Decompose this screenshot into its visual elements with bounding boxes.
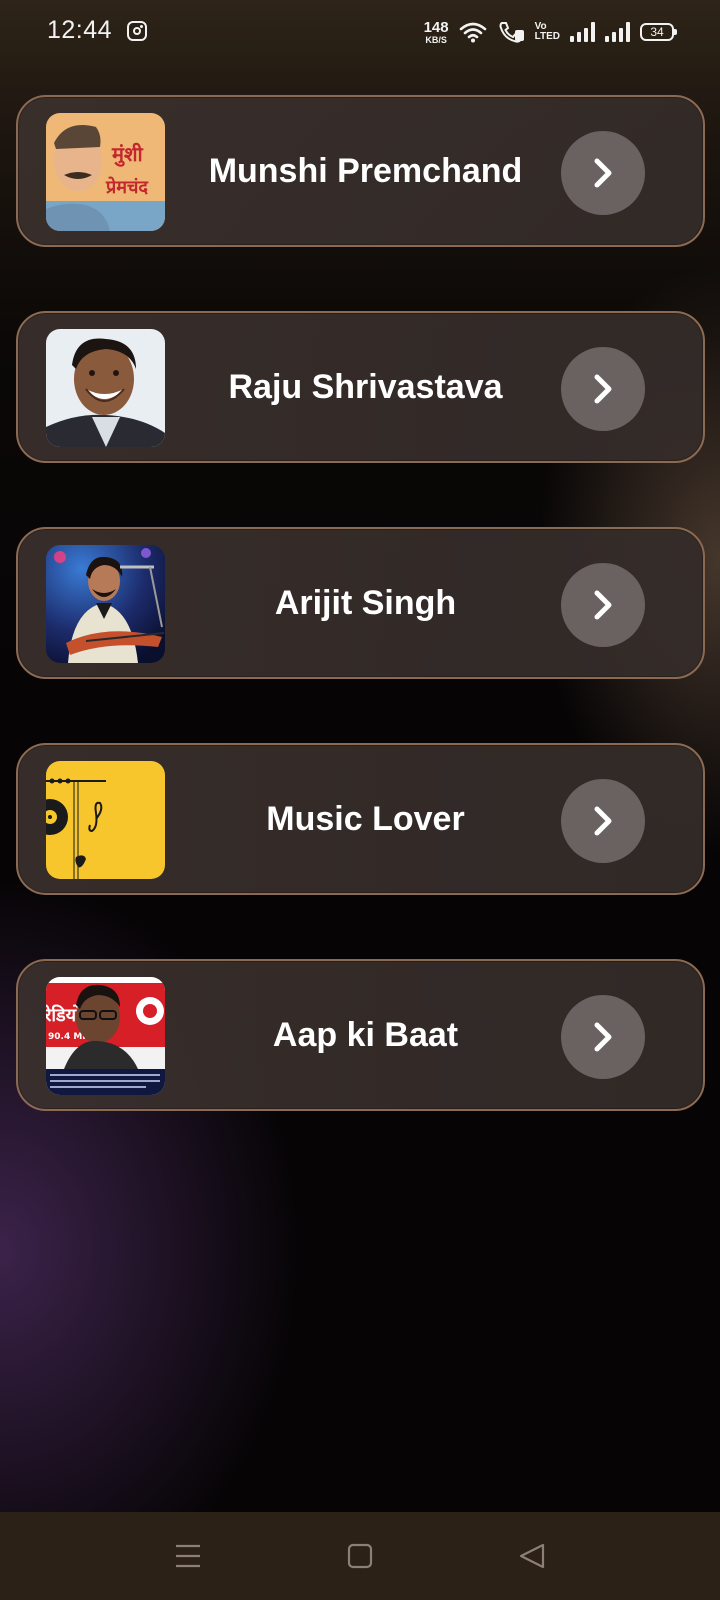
instagram-icon	[127, 21, 147, 41]
open-button[interactable]	[561, 563, 645, 647]
signal-strength-icon-2	[605, 22, 630, 42]
open-button[interactable]	[561, 779, 645, 863]
list-item-music-lover[interactable]: Music Lover	[16, 743, 705, 895]
network-speed-unit: KB/S	[425, 34, 447, 45]
open-button[interactable]	[561, 131, 645, 215]
item-title: Aap ki Baat	[272, 1015, 459, 1054]
list-item-arijit-singh[interactable]: Arijit Singh	[16, 527, 705, 679]
system-navigation-bar	[0, 1512, 720, 1600]
network-speed-value: 148	[423, 18, 449, 36]
artist-list: मुंशी प्रेमचंद Munshi Premchand Raju Shr…	[16, 95, 705, 1175]
munshi-premchand-thumbnail: मुंशी प्रेमचंद	[46, 113, 165, 231]
chevron-right-icon	[594, 374, 612, 404]
status-time: 12:44	[47, 16, 113, 44]
wifi-call-icon	[499, 22, 524, 43]
status-bar: 12:44 148 KB/S Vo LTED 34	[0, 0, 720, 64]
list-item-munshi-premchand[interactable]: मुंशी प्रेमचंद Munshi Premchand	[16, 95, 705, 247]
triangle-back-icon	[519, 1543, 545, 1569]
item-title: Music Lover	[266, 799, 465, 838]
battery-icon: 34	[640, 23, 677, 41]
list-item-raju-shrivastava[interactable]: Raju Shrivastava	[16, 311, 705, 463]
status-icons: 148 KB/S Vo LTED 34	[424, 14, 677, 50]
volte-bottom: LTED	[534, 31, 560, 42]
aap-ki-baat-thumbnail: रेडियो 90.4 MHz	[46, 977, 165, 1095]
item-title: Munshi Premchand	[208, 151, 523, 190]
wifi-icon	[459, 22, 486, 43]
item-title: Raju Shrivastava	[228, 367, 503, 406]
chevron-right-icon	[594, 1022, 612, 1052]
volte-indicator: Vo LTED	[535, 22, 560, 42]
recents-button[interactable]	[168, 1536, 208, 1576]
list-item-aap-ki-baat[interactable]: रेडियो 90.4 MHz Aap ki Baat	[16, 959, 705, 1111]
svg-text:मुंशी: मुंशी	[111, 142, 144, 167]
menu-lines-icon	[176, 1544, 200, 1568]
open-button[interactable]	[561, 995, 645, 1079]
chevron-right-icon	[594, 590, 612, 620]
square-icon	[347, 1543, 373, 1569]
arijit-singh-thumbnail	[46, 545, 165, 663]
chevron-right-icon	[594, 158, 612, 188]
home-button[interactable]	[340, 1536, 380, 1576]
item-title: Arijit Singh	[274, 583, 457, 622]
open-button[interactable]	[561, 347, 645, 431]
svg-text:प्रेमचंद: प्रेमचंद	[105, 176, 149, 198]
back-button[interactable]	[512, 1536, 552, 1576]
chevron-right-icon	[594, 806, 612, 836]
battery-level: 34	[650, 25, 664, 39]
music-lover-thumbnail	[46, 761, 165, 879]
raju-shrivastava-thumbnail	[46, 329, 165, 447]
network-speed: 148 KB/S	[424, 20, 449, 45]
signal-strength-icon-1	[570, 22, 595, 42]
